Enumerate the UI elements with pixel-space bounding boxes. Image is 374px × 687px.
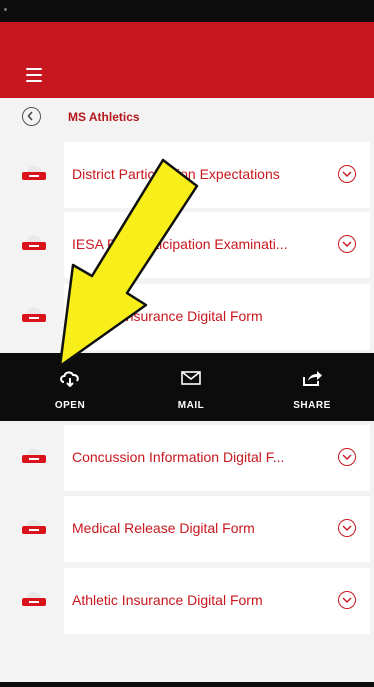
document-row[interactable]: IESA Pre-Participation Examinati... — [0, 210, 374, 280]
open-label: OPEN — [54, 400, 86, 411]
bottom-edge — [0, 682, 374, 687]
mail-button[interactable]: MAIL — [141, 353, 241, 421]
document-label: Athletic Insurance Digital Form — [72, 592, 263, 608]
share-label: SHARE — [293, 400, 331, 411]
document-icon — [22, 308, 46, 324]
document-card[interactable]: Athletic Insurance Digital Form — [64, 284, 370, 350]
back-icon[interactable] — [22, 107, 41, 126]
document-label: Medical Release Digital Form — [72, 520, 255, 536]
document-label: Concussion Information Digital F... — [72, 449, 285, 465]
document-icon — [22, 236, 46, 252]
chevron-down-icon[interactable] — [338, 519, 356, 537]
menu-icon[interactable] — [26, 68, 42, 82]
mail-icon — [181, 371, 201, 385]
document-icon — [22, 449, 46, 465]
breadcrumb: MS Athletics — [0, 98, 374, 138]
chevron-down-icon[interactable] — [338, 591, 356, 609]
document-icon — [22, 592, 46, 608]
document-card[interactable]: District Participation Expectations — [64, 142, 370, 208]
cloud-download-icon — [60, 371, 79, 387]
document-label: Athletic Insurance Digital Form — [72, 308, 263, 324]
document-row[interactable]: Medical Release Digital Form — [0, 494, 374, 564]
chevron-down-icon[interactable] — [338, 165, 356, 183]
chevron-down-icon[interactable] — [338, 448, 356, 466]
share-icon — [303, 371, 322, 386]
document-icon — [22, 166, 46, 182]
mail-label: MAIL — [177, 400, 205, 411]
app-header — [0, 22, 374, 98]
status-indicator-icon — [4, 8, 7, 11]
document-row-selected[interactable]: Athletic Insurance Digital Form — [0, 282, 374, 352]
share-button[interactable]: SHARE — [262, 353, 362, 421]
document-card[interactable]: Concussion Information Digital F... — [64, 425, 370, 491]
document-action-bar: OPEN MAIL SHARE — [0, 353, 374, 421]
document-row[interactable]: Concussion Information Digital F... — [0, 423, 374, 493]
document-label: IESA Pre-Participation Examinati... — [72, 236, 288, 252]
document-row[interactable]: District Participation Expectations — [0, 140, 374, 210]
open-button[interactable]: OPEN — [20, 353, 120, 421]
document-row[interactable]: Athletic Insurance Digital Form — [0, 566, 374, 636]
document-card[interactable]: IESA Pre-Participation Examinati... — [64, 212, 370, 278]
document-card[interactable]: Medical Release Digital Form — [64, 496, 370, 562]
document-label: District Participation Expectations — [72, 166, 280, 182]
document-card[interactable]: Athletic Insurance Digital Form — [64, 568, 370, 634]
document-icon — [22, 520, 46, 536]
chevron-down-icon[interactable] — [338, 235, 356, 253]
breadcrumb-title: MS Athletics — [68, 110, 140, 124]
status-bar — [0, 0, 374, 22]
